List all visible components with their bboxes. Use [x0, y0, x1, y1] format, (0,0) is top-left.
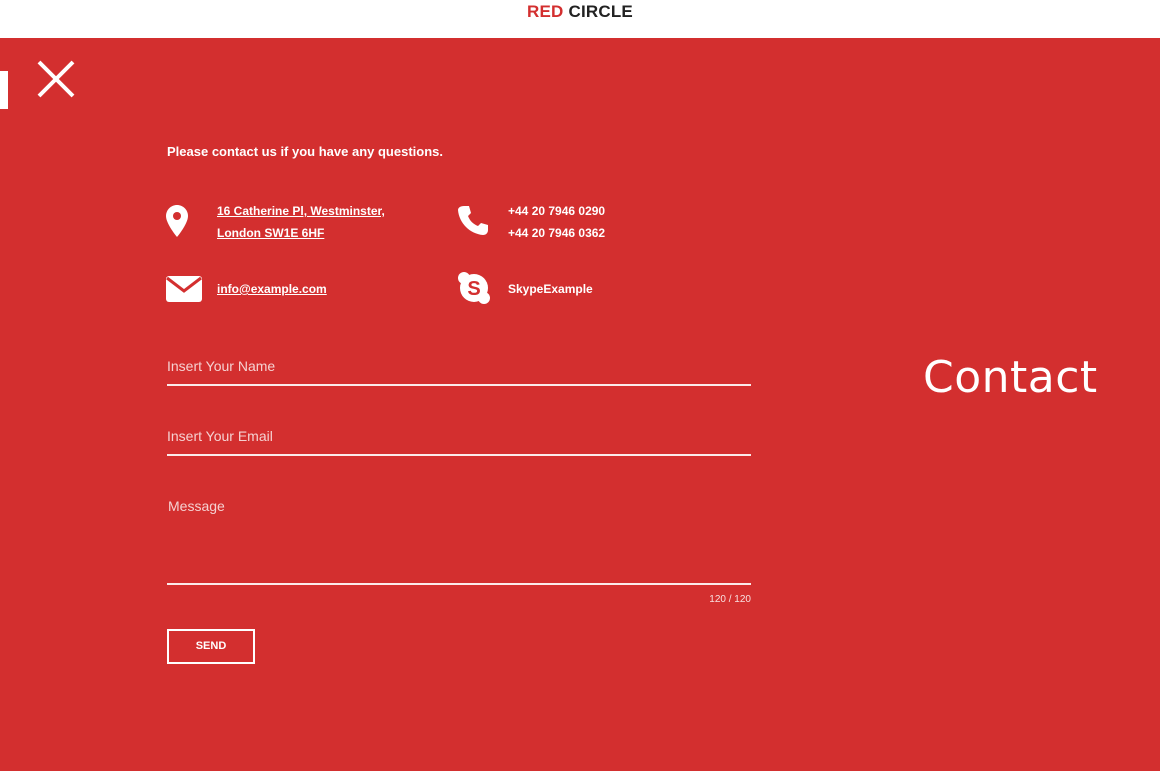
email-underline [167, 454, 751, 456]
message-textarea[interactable]: Message [167, 488, 751, 583]
svg-text:S: S [467, 278, 480, 300]
address-line2-link[interactable]: London SW1E 6HF [217, 226, 324, 240]
email-link[interactable]: info@example.com [217, 282, 327, 296]
name-underline [167, 384, 751, 386]
phone-number-2: +44 20 7946 0362 [508, 226, 606, 240]
brand-dark: CIRCLE [568, 2, 633, 21]
skype-username: SkypeExample [508, 282, 593, 296]
skype-block: SkypeExample [508, 278, 593, 300]
email-input[interactable]: Insert Your Email [167, 418, 751, 454]
address-block: 16 Catherine Pl, Westminster, London SW1… [217, 200, 385, 244]
message-underline [167, 583, 751, 585]
character-counter: 120 / 120 [709, 594, 751, 605]
map-pin-icon [166, 205, 188, 237]
brand-logo[interactable]: RED CIRCLE [0, 0, 1160, 24]
top-bar: RED CIRCLE [0, 0, 1160, 38]
contact-panel: Please contact us if you have any questi… [0, 38, 1160, 771]
send-button[interactable]: SEND [167, 629, 255, 664]
skype-icon: S [458, 272, 490, 304]
brand-red: RED [527, 2, 564, 21]
envelope-icon [166, 276, 202, 302]
contact-intro: Please contact us if you have any questi… [167, 144, 443, 159]
email-placeholder: Insert Your Email [167, 428, 273, 444]
side-tab[interactable] [0, 71, 8, 109]
phone-block: +44 20 7946 0290 +44 20 7946 0362 [508, 200, 605, 244]
email-block: info@example.com [217, 278, 327, 300]
close-button[interactable] [36, 59, 76, 99]
name-input[interactable]: Insert Your Name [167, 348, 751, 384]
page-title: Contact [923, 352, 1098, 403]
message-placeholder: Message [168, 498, 225, 514]
phone-icon [458, 206, 488, 235]
phone-number-1: +44 20 7946 0290 [508, 204, 606, 218]
address-line1-link[interactable]: 16 Catherine Pl, Westminster, [217, 204, 385, 218]
name-placeholder: Insert Your Name [167, 358, 276, 374]
close-icon [37, 60, 75, 98]
